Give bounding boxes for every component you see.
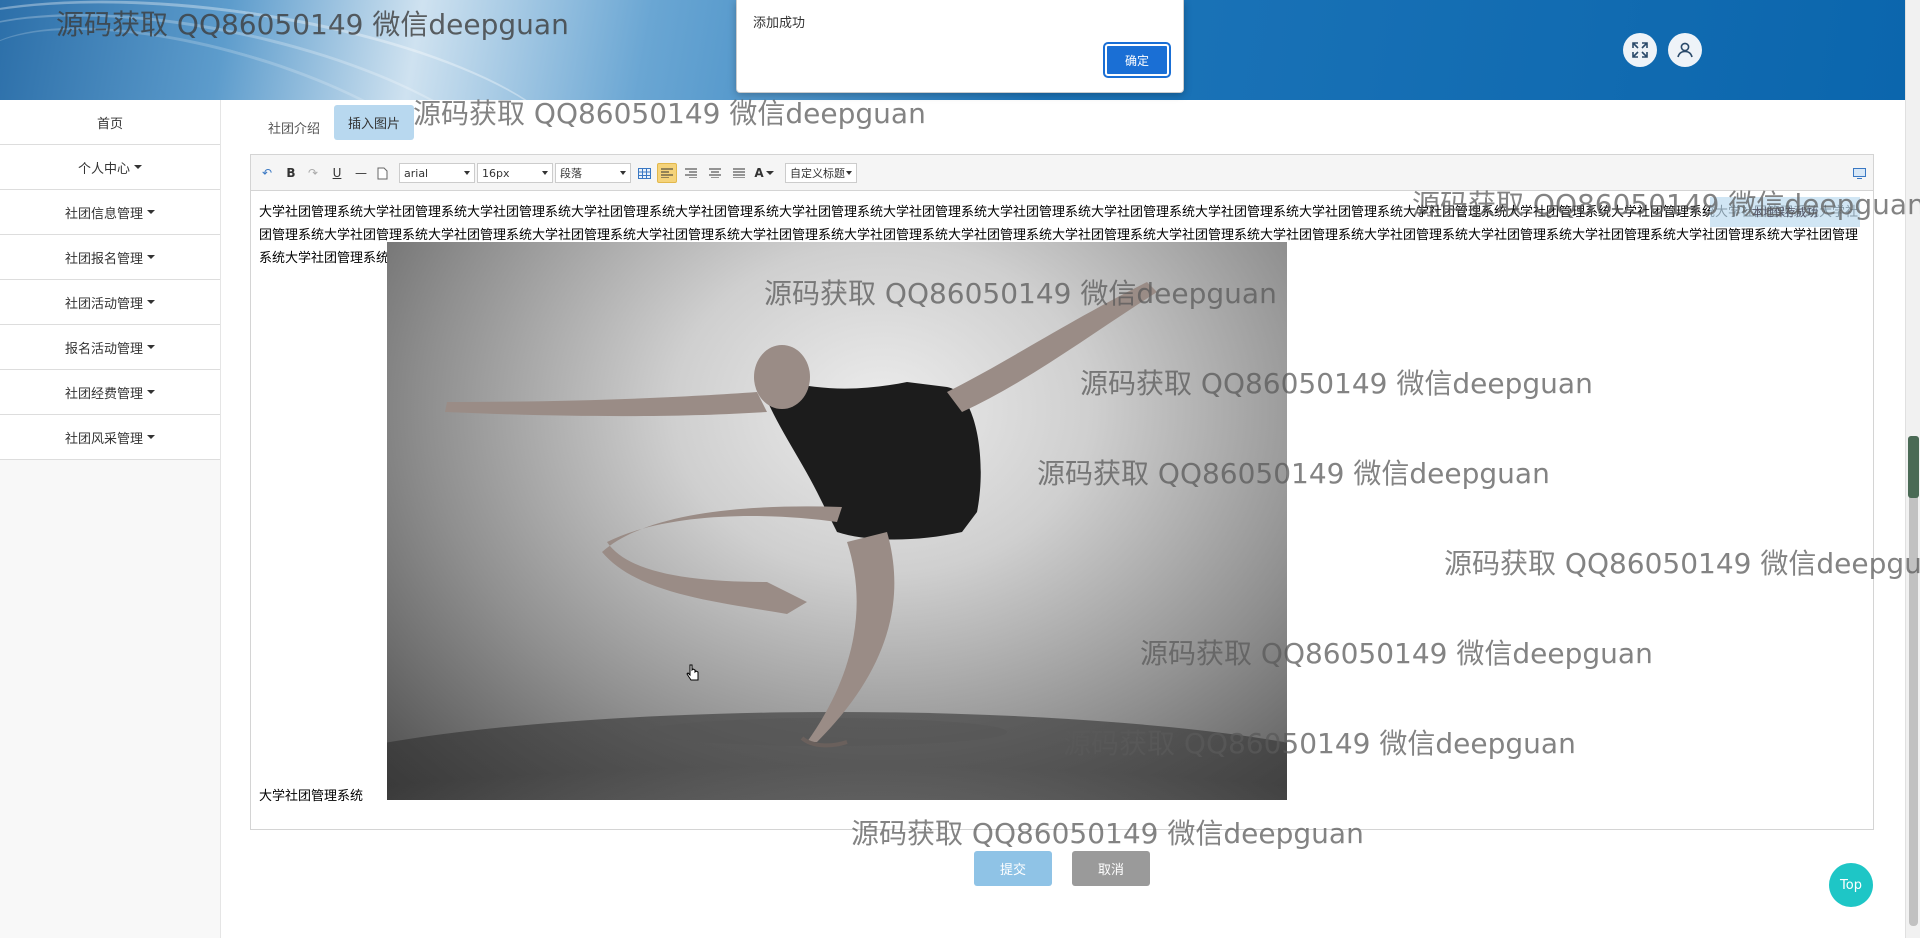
caret-down-icon: [134, 165, 142, 169]
cancel-button[interactable]: 取消: [1072, 851, 1150, 886]
sidebar-item-label: 社团活动管理: [64, 296, 143, 312]
horizontal-rule-icon[interactable]: —: [353, 163, 369, 183]
page-scrollbar[interactable]: [1905, 0, 1920, 938]
local-save-note: 本地保存成功: [1710, 197, 1860, 227]
fullscreen-editor-icon[interactable]: [1851, 163, 1867, 183]
success-alert-dialog: 添加成功 确定: [736, 0, 1184, 93]
font-family-value: arial: [404, 166, 429, 180]
alert-ok-button[interactable]: 确定: [1103, 42, 1171, 78]
sidebar: 首页 个人中心 社团信息管理 社团报名管理 社团活动管理 报名活动管理 社团经费…: [0, 100, 221, 938]
align-left-icon[interactable]: [657, 163, 677, 183]
sidebar-item-activity-signup[interactable]: 报名活动管理: [0, 325, 220, 370]
paragraph-select[interactable]: 段落: [555, 163, 631, 183]
editor-bottom-text: 大学社团管理系统: [259, 789, 364, 804]
custom-heading-value: 自定义标题: [790, 167, 845, 180]
custom-heading-select[interactable]: 自定义标题: [785, 163, 857, 183]
sidebar-item-club-style[interactable]: 社团风采管理: [0, 415, 220, 460]
caret-down-icon: [147, 390, 155, 394]
caret-down-icon: [147, 255, 155, 259]
align-right-icon[interactable]: [681, 163, 701, 183]
back-to-top-button[interactable]: Top: [1829, 863, 1873, 907]
sidebar-item-label: 社团经费管理: [64, 386, 143, 402]
sidebar-item-label: 社团信息管理: [64, 206, 143, 222]
font-size-value: 16px: [482, 166, 510, 180]
caret-down-icon: [147, 435, 155, 439]
align-justify-icon[interactable]: [729, 163, 749, 183]
caret-down-icon: [147, 345, 155, 349]
undo-icon[interactable]: ↶: [259, 163, 275, 183]
dropdown-arrow-icon: [542, 171, 548, 175]
text-color-glyph: A: [754, 166, 764, 180]
inserted-dancer-image: [387, 242, 1287, 800]
sidebar-item-club-funds[interactable]: 社团经费管理: [0, 370, 220, 415]
field-label: 社团介绍: [268, 122, 321, 137]
sidebar-item-label: 社团报名管理: [64, 251, 143, 267]
editor-toolbar: ↶ B ↷ U — arial 16px 段落 A 自定义标题: [251, 155, 1873, 191]
caret-down-icon: [765, 171, 774, 175]
sidebar-item-home[interactable]: 首页: [0, 100, 220, 145]
sidebar-item-label: 个人中心: [77, 161, 130, 177]
redo-icon[interactable]: ↷: [305, 163, 321, 183]
dropdown-arrow-icon: [620, 171, 626, 175]
align-center-icon[interactable]: [705, 163, 725, 183]
font-family-select[interactable]: arial: [399, 163, 475, 183]
font-size-select[interactable]: 16px: [477, 163, 553, 183]
scroll-marker: [1908, 436, 1919, 498]
sidebar-item-label: 报名活动管理: [64, 341, 143, 357]
alert-message: 添加成功: [753, 16, 806, 31]
table-icon[interactable]: [635, 163, 653, 183]
user-icon[interactable]: [1668, 33, 1702, 67]
rich-text-editor[interactable]: ↶ B ↷ U — arial 16px 段落 A 自定义标题 大学社团管理系统…: [250, 154, 1874, 830]
sidebar-item-club-activity[interactable]: 社团活动管理: [0, 280, 220, 325]
scrollbar-thumb[interactable]: [1909, 436, 1918, 926]
sidebar-item-club-signup[interactable]: 社团报名管理: [0, 235, 220, 280]
dropdown-arrow-icon: [464, 171, 470, 175]
hand-cursor-icon: [686, 664, 700, 688]
insert-image-button[interactable]: 插入图片: [334, 105, 414, 140]
sidebar-item-club-info[interactable]: 社团信息管理: [0, 190, 220, 235]
caret-down-icon: [147, 300, 155, 304]
paragraph-value: 段落: [560, 167, 582, 180]
sidebar-item-label: 社团风采管理: [64, 431, 143, 447]
expand-icon[interactable]: [1623, 33, 1657, 67]
underline-icon[interactable]: U: [329, 163, 345, 183]
submit-button[interactable]: 提交: [974, 851, 1052, 886]
bold-icon[interactable]: B: [283, 163, 299, 183]
caret-down-icon: [147, 210, 155, 214]
dropdown-arrow-icon: [846, 171, 852, 175]
sidebar-item-label: 首页: [96, 116, 123, 132]
text-color-icon[interactable]: A: [753, 163, 775, 183]
sidebar-item-personal-center[interactable]: 个人中心: [0, 145, 220, 190]
document-icon[interactable]: [375, 163, 389, 183]
